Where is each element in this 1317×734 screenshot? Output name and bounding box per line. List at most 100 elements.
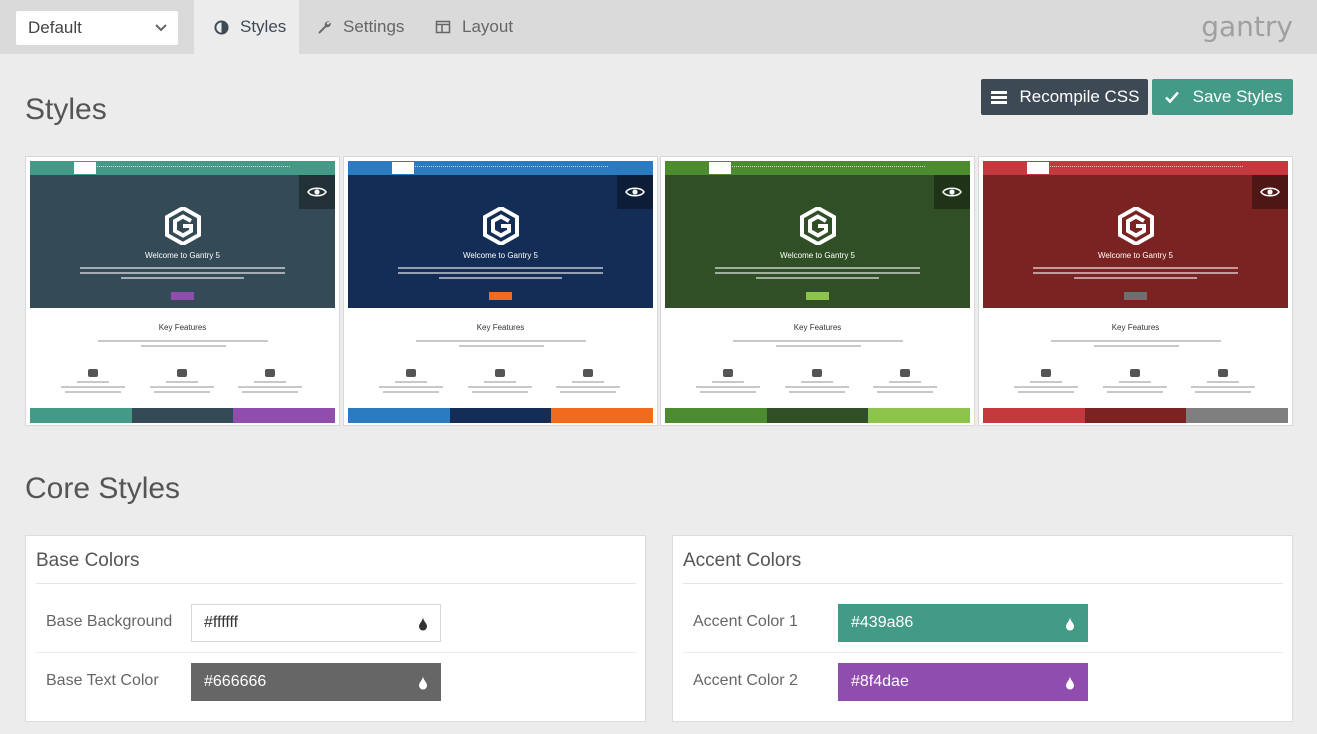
accent-color-1-input[interactable]: #439a86: [838, 604, 1088, 642]
preview-hero-text: [80, 267, 285, 282]
tab-styles[interactable]: Styles: [194, 0, 299, 54]
preview-nav-items: [398, 166, 608, 169]
gantry-g-icon: [1118, 207, 1154, 245]
preview-hero-title: Welcome to Gantry 5: [780, 251, 855, 260]
tab-settings-label: Settings: [343, 17, 405, 36]
preset-thumbnail[interactable]: Welcome to Gantry 5 Key Features: [343, 156, 658, 426]
preview-hero-text: [1033, 267, 1238, 282]
preview-feature: [142, 369, 222, 396]
accent-color-2-label: Accent Color 2: [693, 672, 798, 689]
preset-swatches: [983, 408, 1288, 423]
preview-nav: [665, 161, 970, 175]
eye-icon[interactable]: [1252, 175, 1288, 209]
divider: [683, 583, 1283, 584]
color-swatch: [551, 408, 653, 423]
eye-icon[interactable]: [299, 175, 335, 209]
divider: [36, 583, 636, 584]
color-swatch: [1084, 408, 1187, 423]
preview-features-title: Key Features: [476, 323, 525, 332]
preview-hero: Welcome to Gantry 5: [665, 175, 970, 308]
color-swatch: [131, 408, 234, 423]
gantry-g-icon: [483, 207, 519, 245]
base-text-color-input[interactable]: #666666: [191, 663, 441, 701]
color-swatch: [348, 408, 450, 423]
gantry-logo: gantry: [1201, 10, 1293, 43]
preset-select[interactable]: Default: [16, 11, 178, 45]
contrast-icon: [212, 18, 230, 36]
accent-color-1-value: #439a86: [851, 614, 914, 631]
base-background-input[interactable]: #ffffff: [191, 604, 441, 642]
color-swatch: [983, 408, 1085, 423]
preview-nav-items: [1033, 166, 1243, 169]
base-text-color-label: Base Text Color: [46, 672, 159, 689]
accent-colors-title: Accent Colors: [683, 550, 802, 571]
preview-feature: [371, 369, 451, 396]
accent-colors-panel: Accent Colors Accent Color 1 #439a86 Acc…: [672, 535, 1293, 722]
base-background-value: #ffffff: [204, 614, 239, 631]
preview-hero: Welcome to Gantry 5: [30, 175, 335, 308]
save-styles-button[interactable]: Save Styles: [1152, 79, 1293, 115]
base-text-color-value: #666666: [204, 673, 267, 690]
preset-swatches: [665, 408, 970, 423]
preview-nav: [30, 161, 335, 175]
color-drop-icon[interactable]: [418, 617, 428, 631]
preset-select-value: Default: [28, 18, 82, 37]
page-title: Styles: [25, 93, 107, 126]
chevron-down-icon: [155, 24, 167, 32]
divider: [683, 652, 1283, 653]
preview-hero-text: [398, 267, 603, 282]
preview-features-title: Key Features: [158, 323, 207, 332]
preview-hero-title: Welcome to Gantry 5: [463, 251, 538, 260]
color-drop-icon[interactable]: [418, 676, 428, 690]
preview-feature: [548, 369, 628, 396]
save-styles-label: Save Styles: [1192, 87, 1283, 106]
preset-thumbnail[interactable]: Welcome to Gantry 5 Key Features: [660, 156, 975, 426]
preview-features-text: [416, 340, 586, 350]
preview-features-title: Key Features: [1111, 323, 1160, 332]
preview-nav-items: [715, 166, 925, 169]
layout-icon: [434, 18, 452, 36]
preview-nav-items: [80, 166, 290, 169]
top-bar: Default Styles Settings Layout gantry: [0, 0, 1317, 54]
preview-hero-text: [715, 267, 920, 282]
preset-thumbnail[interactable]: Welcome to Gantry 5 Key Features: [978, 156, 1293, 426]
preview-read-more: [171, 292, 194, 300]
base-background-label: Base Background: [46, 613, 173, 630]
preview-feature: [1095, 369, 1175, 396]
gantry-g-icon: [165, 207, 201, 245]
list-icon: [990, 88, 1008, 106]
color-swatch: [665, 408, 767, 423]
recompile-css-button[interactable]: Recompile CSS: [981, 79, 1148, 115]
color-swatch: [449, 408, 552, 423]
tab-settings[interactable]: Settings: [315, 0, 404, 54]
preview-hero-title: Welcome to Gantry 5: [145, 251, 220, 260]
accent-color-2-input[interactable]: #8f4dae: [838, 663, 1088, 701]
preview-feature: [688, 369, 768, 396]
recompile-css-label: Recompile CSS: [1019, 87, 1140, 106]
color-swatch: [30, 408, 132, 423]
tab-layout[interactable]: Layout: [434, 0, 513, 54]
color-drop-icon[interactable]: [1065, 617, 1075, 631]
preview-nav: [348, 161, 653, 175]
color-swatch: [868, 408, 970, 423]
preview-feature: [230, 369, 310, 396]
preset-swatches: [30, 408, 335, 423]
accent-color-2-value: #8f4dae: [851, 673, 909, 690]
preview-feature: [460, 369, 540, 396]
base-colors-panel: Base Colors Base Background #ffffff Base…: [25, 535, 646, 722]
eye-icon[interactable]: [617, 175, 653, 209]
preview-feature: [865, 369, 945, 396]
preview-feature: [777, 369, 857, 396]
preview-features-text: [1051, 340, 1221, 350]
gantry-g-icon: [800, 207, 836, 245]
check-icon: [1163, 88, 1181, 106]
preview-hero: Welcome to Gantry 5: [983, 175, 1288, 308]
divider: [36, 652, 636, 653]
color-drop-icon[interactable]: [1065, 676, 1075, 690]
eye-icon[interactable]: [934, 175, 970, 209]
preview-features-text: [733, 340, 903, 350]
accent-color-1-label: Accent Color 1: [693, 613, 798, 630]
preview-feature: [1183, 369, 1263, 396]
preset-preview: Welcome to Gantry 5 Key Features: [348, 161, 653, 423]
preset-thumbnail[interactable]: Welcome to Gantry 5 Key Features: [25, 156, 340, 426]
